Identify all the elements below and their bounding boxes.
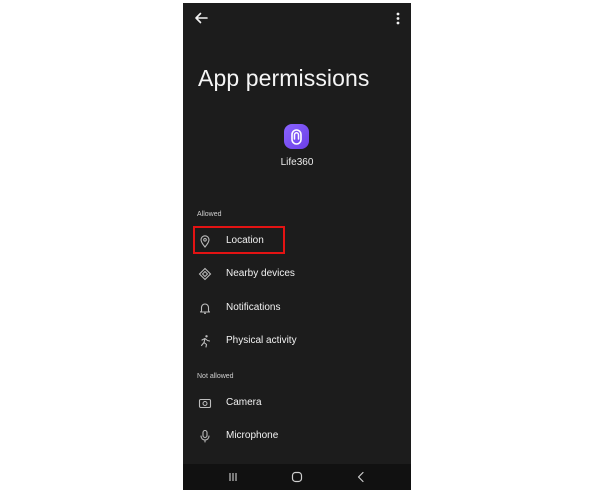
permission-label: Notifications	[226, 302, 281, 313]
permission-label: Camera	[226, 397, 262, 408]
microphone-icon	[200, 429, 210, 443]
permission-physical-activity[interactable]: Physical activity	[192, 328, 398, 354]
nearby-devices-icon	[198, 267, 212, 281]
permission-label: Microphone	[226, 430, 279, 441]
activity-icon	[200, 335, 211, 348]
permission-label: Physical activity	[226, 335, 297, 346]
nav-back-button[interactable]	[354, 470, 368, 484]
permission-nearby-devices[interactable]: Nearby devices	[192, 261, 398, 287]
navigation-bar	[183, 464, 411, 490]
home-icon	[291, 471, 303, 483]
bell-icon	[199, 303, 211, 314]
permission-notifications[interactable]: Notifications	[192, 295, 398, 321]
back-button[interactable]	[192, 9, 210, 27]
more-options-button[interactable]	[391, 9, 405, 27]
arrow-left-icon	[195, 12, 208, 24]
top-app-bar	[183, 3, 411, 33]
location-highlight-box	[193, 226, 285, 254]
not-allowed-section-label: Not allowed	[197, 373, 234, 380]
camera-icon	[198, 398, 212, 409]
permission-microphone[interactable]: Microphone	[192, 423, 398, 449]
home-button[interactable]	[290, 470, 304, 484]
allowed-section-label: Allowed	[197, 211, 222, 218]
page-title: App permissions	[198, 65, 370, 91]
phone-screen: App permissions Life360 Allowed Location…	[183, 3, 411, 490]
app-name: Life360	[280, 157, 314, 168]
recents-icon	[229, 473, 237, 481]
back-chevron-icon	[357, 471, 364, 483]
life360-icon	[284, 124, 309, 149]
permission-camera[interactable]: Camera	[192, 390, 398, 416]
permission-label: Nearby devices	[226, 268, 295, 279]
recents-button[interactable]	[226, 470, 240, 484]
more-vertical-icon	[396, 12, 400, 25]
